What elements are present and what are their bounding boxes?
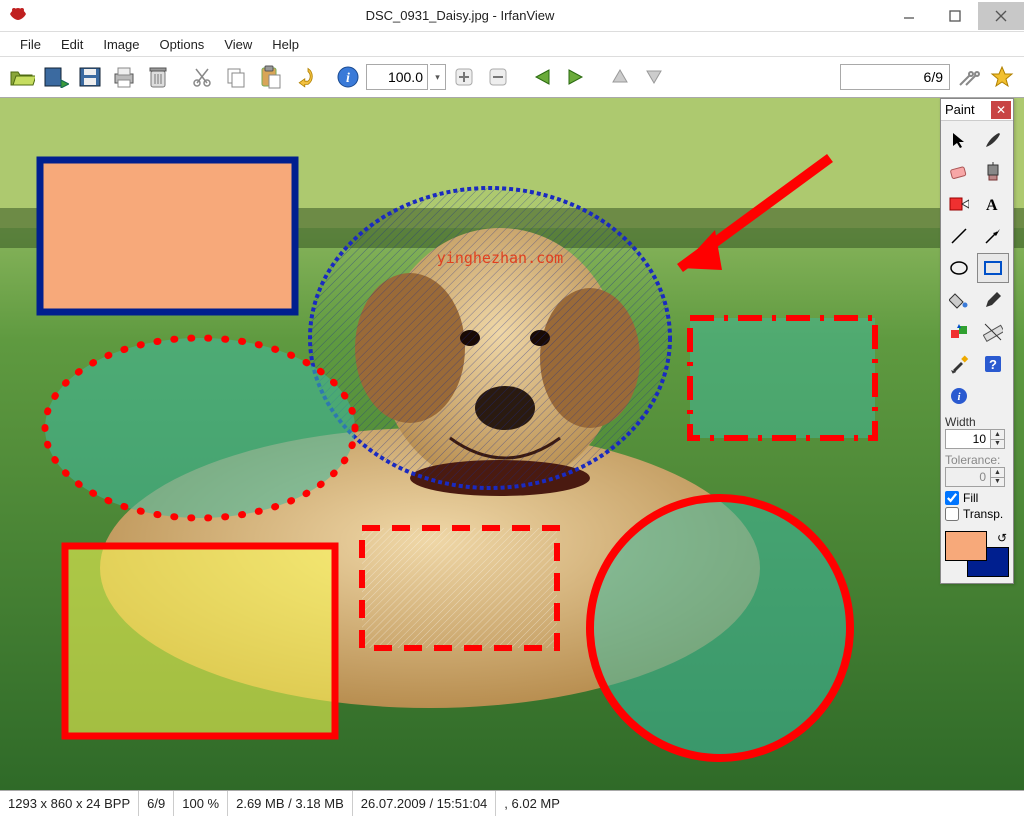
next-file-button[interactable] <box>560 61 592 93</box>
tool-ellipse[interactable] <box>943 253 975 283</box>
status-zoom: 100 % <box>174 791 228 816</box>
svg-text:A: A <box>986 197 998 213</box>
tool-measure[interactable] <box>977 317 1009 347</box>
zoom-input[interactable] <box>366 64 428 90</box>
width-label: Width <box>945 415 1009 429</box>
minimize-button[interactable] <box>886 2 932 30</box>
watermark-text: yinghezhan.com <box>437 249 563 267</box>
tool-color-replace[interactable] <box>943 317 975 347</box>
tool-pen[interactable] <box>977 285 1009 315</box>
status-datetime: 26.07.2009 / 15:51:04 <box>353 791 497 816</box>
delete-button[interactable] <box>142 61 174 93</box>
menu-options[interactable]: Options <box>150 34 215 55</box>
menu-image[interactable]: Image <box>93 34 149 55</box>
tool-rectangle[interactable] <box>977 253 1009 283</box>
close-window-button[interactable] <box>978 2 1024 30</box>
tool-brush[interactable] <box>977 125 1009 155</box>
statusbar: 1293 x 860 x 24 BPP 6/9 100 % 2.69 MB / … <box>0 790 1024 816</box>
status-dimensions: 1293 x 860 x 24 BPP <box>0 791 139 816</box>
width-input[interactable] <box>945 429 991 449</box>
tool-clone[interactable] <box>977 157 1009 187</box>
copy-button[interactable] <box>220 61 252 93</box>
menu-view[interactable]: View <box>214 34 262 55</box>
fg-color-swatch[interactable] <box>945 531 987 561</box>
toolbar: i ▾ <box>0 56 1024 98</box>
cut-button[interactable] <box>186 61 218 93</box>
fill-checkbox[interactable] <box>945 491 959 505</box>
tool-settings[interactable]: i <box>943 381 975 411</box>
paint-tools: A ? i <box>941 121 1013 413</box>
next-dir-button[interactable] <box>638 61 670 93</box>
favorite-button[interactable] <box>986 61 1018 93</box>
zoom-in-button[interactable] <box>448 61 480 93</box>
tool-text[interactable]: A <box>977 189 1009 219</box>
tolerance-input[interactable] <box>945 467 991 487</box>
file-counter[interactable] <box>840 64 950 90</box>
prev-file-button[interactable] <box>526 61 558 93</box>
prev-dir-button[interactable] <box>604 61 636 93</box>
titlebar: DSC_0931_Daisy.jpg - IrfanView <box>0 0 1024 32</box>
paint-panel-close-button[interactable]: ✕ <box>991 101 1011 119</box>
save-button[interactable] <box>74 61 106 93</box>
undo-button[interactable] <box>288 61 320 93</box>
status-size: 2.69 MB / 3.18 MB <box>228 791 353 816</box>
tolerance-stepper[interactable]: ▲▼ <box>991 467 1005 487</box>
info-button[interactable]: i <box>332 61 364 93</box>
tool-help[interactable]: ? <box>977 349 1009 379</box>
transp-label: Transp. <box>963 507 1003 521</box>
transp-checkbox[interactable] <box>945 507 959 521</box>
menubar: File Edit Image Options View Help <box>0 32 1024 56</box>
swap-colors-icon[interactable]: ↺ <box>997 531 1007 545</box>
paint-panel-header[interactable]: Paint ✕ <box>941 99 1013 121</box>
window-controls <box>886 2 1024 30</box>
transp-checkbox-row[interactable]: Transp. <box>945 507 1009 521</box>
tool-rotate[interactable] <box>943 189 975 219</box>
paint-panel: Paint ✕ A ? i Width ▲▼ <box>940 98 1014 584</box>
image-canvas[interactable]: yinghezhan.com Paint ✕ A ? i Wi <box>0 98 1024 790</box>
status-megapixel: , 6.02 MP <box>496 791 568 816</box>
tool-line[interactable] <box>943 221 975 251</box>
fill-checkbox-row[interactable]: Fill <box>945 491 1009 505</box>
open-button[interactable] <box>6 61 38 93</box>
tool-fill[interactable] <box>943 285 975 315</box>
maximize-button[interactable] <box>932 2 978 30</box>
paint-panel-title: Paint <box>945 102 975 117</box>
width-stepper[interactable]: ▲▼ <box>991 429 1005 449</box>
app-icon <box>6 2 34 30</box>
tool-arrow[interactable] <box>977 221 1009 251</box>
tool-eraser[interactable] <box>943 157 975 187</box>
svg-text:?: ? <box>989 357 997 372</box>
svg-text:i: i <box>346 71 350 86</box>
tool-arrow-select[interactable] <box>943 125 975 155</box>
slideshow-button[interactable] <box>40 61 72 93</box>
zoom-out-button[interactable] <box>482 61 514 93</box>
menu-file[interactable]: File <box>10 34 51 55</box>
menu-help[interactable]: Help <box>262 34 309 55</box>
settings-button[interactable] <box>952 61 984 93</box>
paste-button[interactable] <box>254 61 286 93</box>
print-button[interactable] <box>108 61 140 93</box>
color-swatches: ↺ <box>943 529 1011 579</box>
tolerance-label: Tolerance: <box>945 453 1009 467</box>
tool-eyedropper[interactable] <box>943 349 975 379</box>
menu-edit[interactable]: Edit <box>51 34 93 55</box>
fill-label: Fill <box>963 491 978 505</box>
window-title: DSC_0931_Daisy.jpg - IrfanView <box>34 8 886 23</box>
zoom-dropdown[interactable]: ▾ <box>430 64 446 90</box>
status-index: 6/9 <box>139 791 174 816</box>
